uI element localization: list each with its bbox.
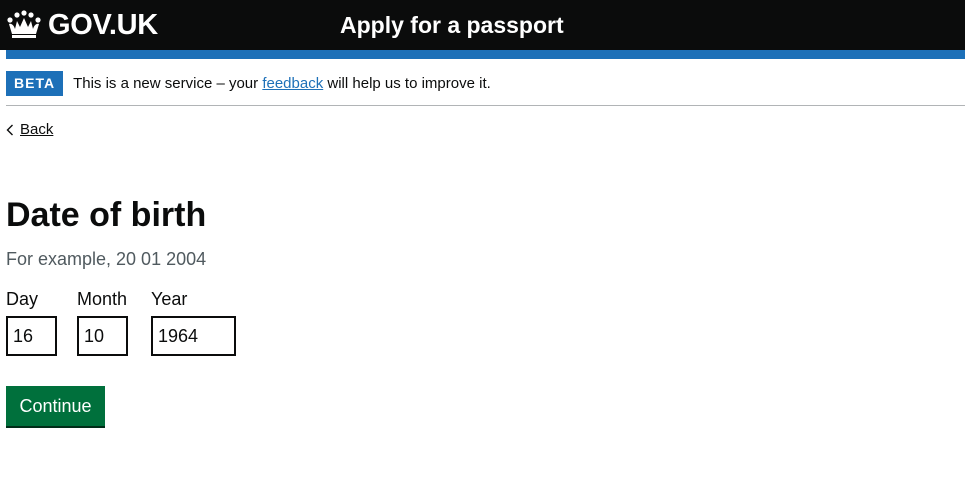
chevron-left-icon [6, 124, 13, 135]
date-hint: For example, 20 01 2004 [6, 249, 207, 269]
day-input[interactable] [6, 316, 57, 356]
govuk-logo-link[interactable]: GOV.UK [6, 8, 158, 42]
page-title: Date of birth [6, 196, 207, 234]
back-link[interactable]: Back [6, 121, 53, 138]
back-link-label: Back [20, 121, 54, 138]
header-blue-bar [6, 50, 965, 59]
month-label: Month [77, 289, 128, 309]
feedback-link[interactable]: feedback [262, 75, 323, 92]
date-item-day: Day [6, 288, 57, 356]
phase-banner-text: This is a new service – your feedback wi… [73, 75, 491, 92]
year-input[interactable] [151, 316, 236, 356]
continue-button[interactable]: Continue [6, 386, 105, 426]
date-item-year: Year [151, 288, 236, 356]
govuk-logo-text: GOV.UK [48, 9, 158, 41]
phase-banner-text-before: This is a new service – your [73, 74, 263, 92]
crown-icon [7, 10, 41, 38]
day-label: Day [6, 289, 39, 309]
month-input[interactable] [77, 316, 128, 356]
date-item-month: Month [77, 288, 128, 356]
phase-banner-text-after: will help us to improve it. [323, 74, 491, 92]
phase-banner-divider [6, 105, 965, 106]
beta-tag: BETA [6, 70, 64, 96]
site-header: GOV.UK Apply for a passport [0, 0, 965, 50]
phase-banner: BETA This is a new service – your feedba… [6, 70, 491, 96]
year-label: Year [151, 289, 188, 309]
service-name-link[interactable]: Apply for a passport [340, 10, 564, 40]
